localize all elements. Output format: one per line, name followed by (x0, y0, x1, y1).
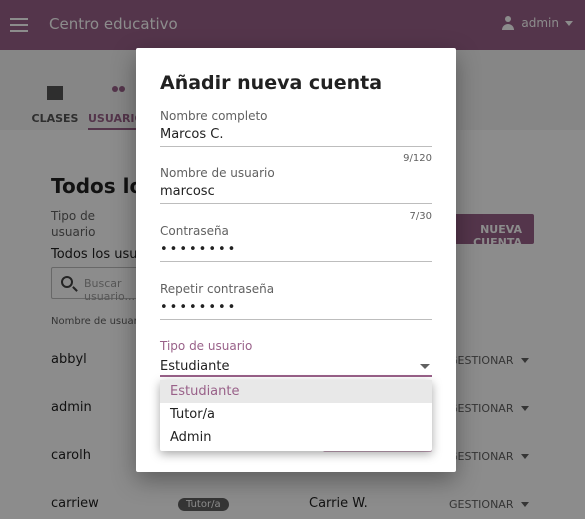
user-type-value: Estudiante (160, 358, 230, 374)
password-label: Contraseña (160, 224, 229, 238)
user-type-label: Tipo de usuario (160, 339, 253, 353)
full-name-counter: 9/120 (403, 153, 432, 164)
menu-item-tutor[interactable]: Tutor/a (160, 403, 432, 426)
user-type-select[interactable]: Tipo de usuario Estudiante (160, 339, 432, 377)
user-type-menu: Estudiante Tutor/a Admin (160, 380, 432, 451)
dropdown-arrow-icon (420, 363, 430, 369)
user-type-value-row[interactable]: Estudiante (160, 357, 432, 377)
username-field[interactable]: Nombre de usuario marcosc 7/30 (160, 166, 432, 222)
full-name-label: Nombre completo (160, 109, 268, 123)
menu-item-admin[interactable]: Admin (160, 426, 432, 449)
dialog-title: Añadir nueva cuenta (160, 72, 383, 94)
full-name-input[interactable]: Marcos C. (160, 127, 432, 147)
repeat-password-label: Repetir contraseña (160, 282, 275, 296)
password-field[interactable]: Contraseña •••••••• (160, 224, 432, 262)
repeat-password-field[interactable]: Repetir contraseña •••••••• (160, 282, 432, 320)
username-input[interactable]: marcosc (160, 184, 432, 204)
repeat-password-input[interactable]: •••••••• (160, 300, 432, 320)
menu-item-estudiante[interactable]: Estudiante (160, 380, 432, 403)
full-name-field[interactable]: Nombre completo Marcos C. 9/120 (160, 109, 432, 164)
password-input[interactable]: •••••••• (160, 242, 432, 262)
username-counter: 7/30 (409, 211, 432, 222)
username-label: Nombre de usuario (160, 166, 275, 180)
